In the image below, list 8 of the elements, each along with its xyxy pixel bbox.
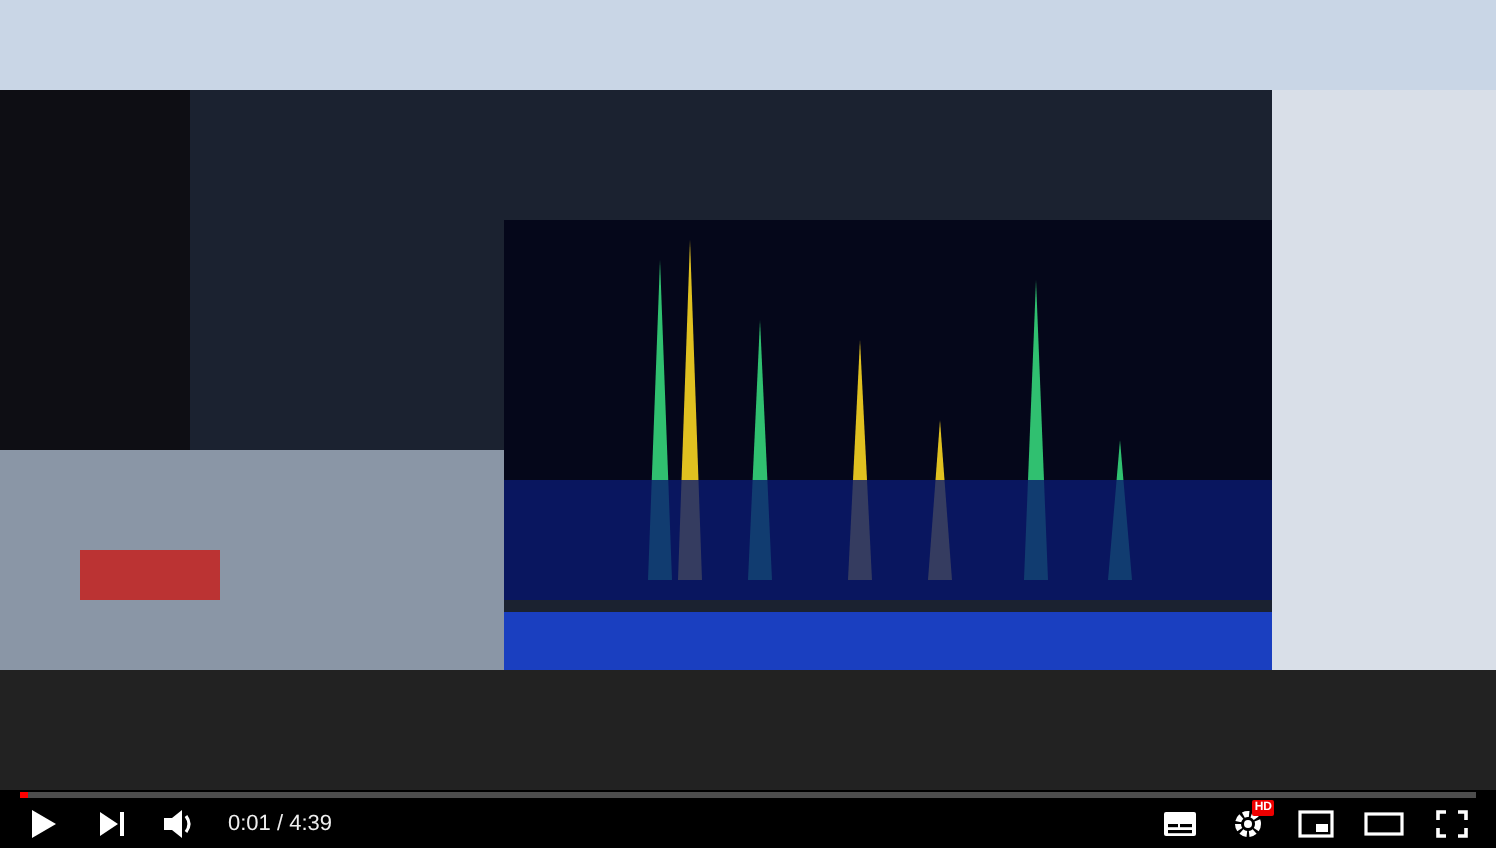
subtitles-icon: [1162, 809, 1198, 837]
skip-next-icon: [98, 809, 126, 837]
theater-mode-icon: [1364, 811, 1404, 835]
time-display: 0:01 / 4:39: [228, 811, 332, 835]
settings-icon: [1232, 807, 1264, 839]
play-icon: [30, 807, 58, 839]
fullscreen-icon: [1436, 809, 1468, 837]
miniplayer-icon: [1298, 809, 1334, 837]
